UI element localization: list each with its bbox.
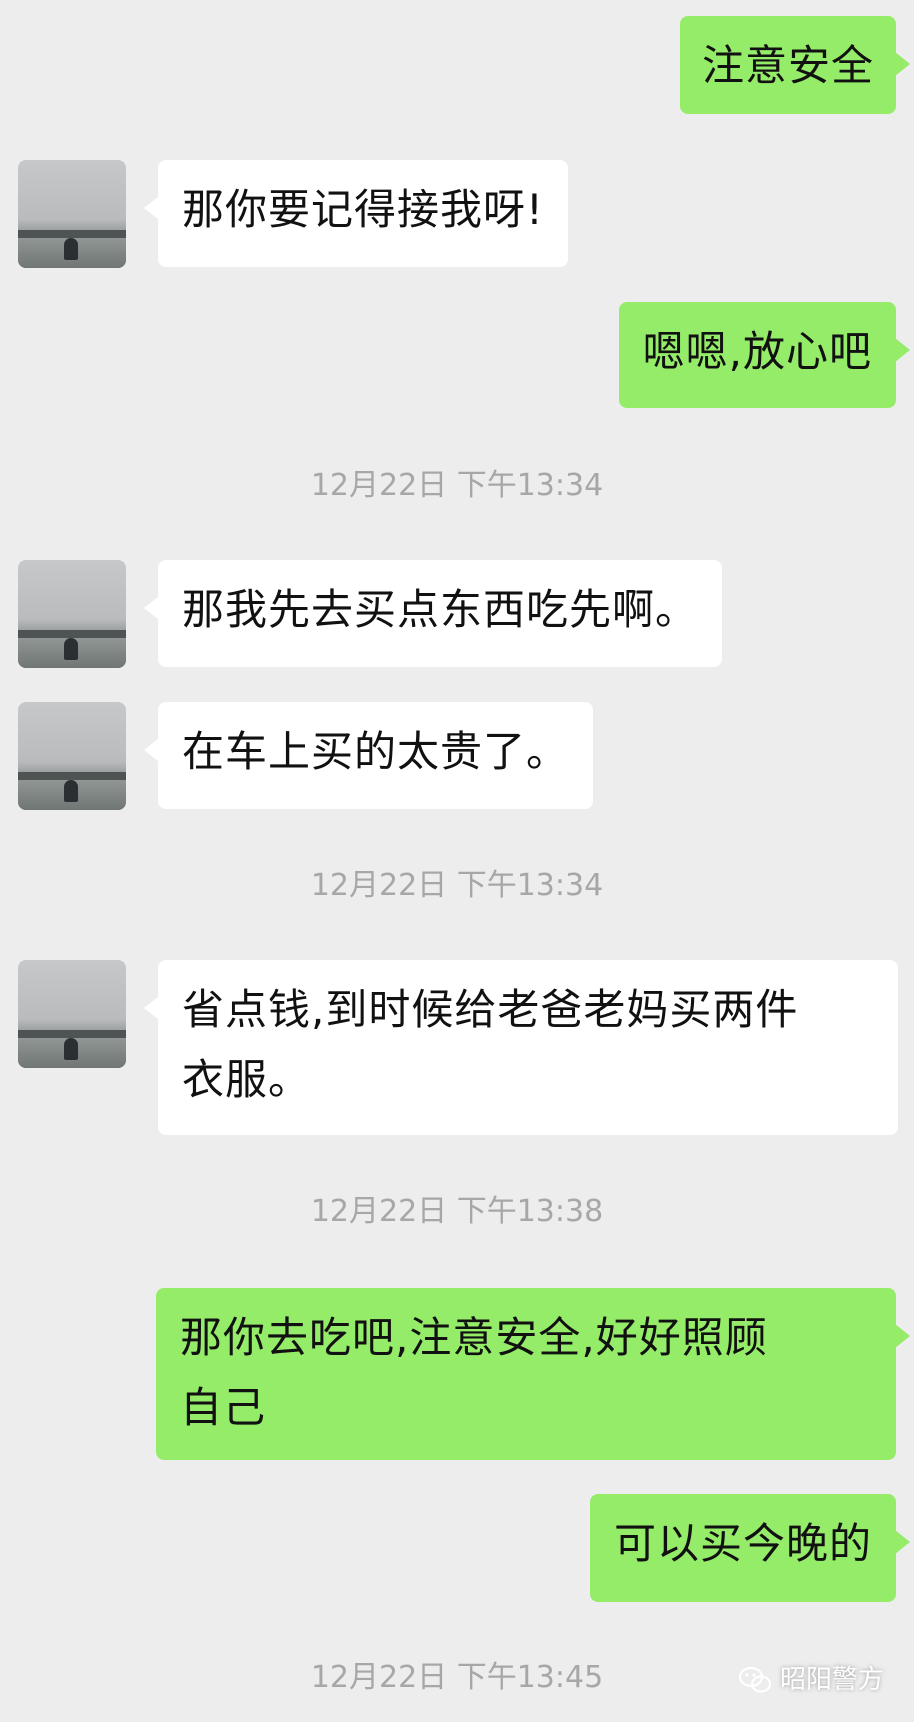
- message-text: 可以买今晚的: [613, 1519, 872, 1568]
- contact-avatar[interactable]: [18, 560, 126, 668]
- contact-avatar[interactable]: [18, 960, 126, 1068]
- message-text: 那你要记得接我呀!: [182, 185, 544, 234]
- contact-avatar[interactable]: [18, 702, 126, 810]
- timestamp: 12月22日 下午13:34: [310, 868, 604, 903]
- message-text: 那我先去买点东西吃先啊。: [182, 585, 699, 634]
- message-text: 注意安全: [701, 41, 874, 90]
- message-bubble-outgoing[interactable]: 可以买今晚的: [589, 1494, 911, 1602]
- message-bubble-incoming[interactable]: 在车上买的太贵了。: [143, 702, 594, 809]
- message-text-line: 省点钱,到时候给老爸老妈买两件: [182, 985, 799, 1034]
- message-bubble-outgoing[interactable]: 那你去吃吧,注意安全,好好照顾 自己: [156, 1288, 910, 1460]
- message-bubble-incoming[interactable]: 那我先去买点东西吃先啊。: [143, 560, 723, 667]
- contact-avatar[interactable]: [18, 160, 126, 268]
- message-text: 在车上买的太贵了。: [182, 727, 570, 776]
- timestamp: 12月22日 下午13:34: [310, 468, 604, 503]
- timestamp: 12月22日 下午13:38: [310, 1194, 604, 1229]
- message-bubble-incoming[interactable]: 那你要记得接我呀!: [144, 160, 568, 267]
- chat-area: 注意安全 那你要记得接我呀! 嗯嗯,放心吧 12月22日 下午13:34 那我先…: [0, 0, 914, 1722]
- message-text: 嗯嗯,放心吧: [642, 327, 872, 376]
- wechat-icon: [738, 1666, 772, 1693]
- message-text-line: 自己: [180, 1383, 267, 1432]
- watermark-text: 昭阳警方: [779, 1665, 884, 1695]
- message-bubble-incoming[interactable]: 省点钱,到时候给老爸老妈买两件 衣服。: [144, 960, 898, 1135]
- message-bubble-outgoing[interactable]: 注意安全: [679, 16, 911, 114]
- watermark: 昭阳警方: [738, 1660, 884, 1700]
- message-text-line: 那你去吃吧,注意安全,好好照顾: [180, 1313, 768, 1362]
- message-text-line: 衣服。: [182, 1055, 312, 1104]
- message-bubble-outgoing[interactable]: 嗯嗯,放心吧: [618, 302, 911, 408]
